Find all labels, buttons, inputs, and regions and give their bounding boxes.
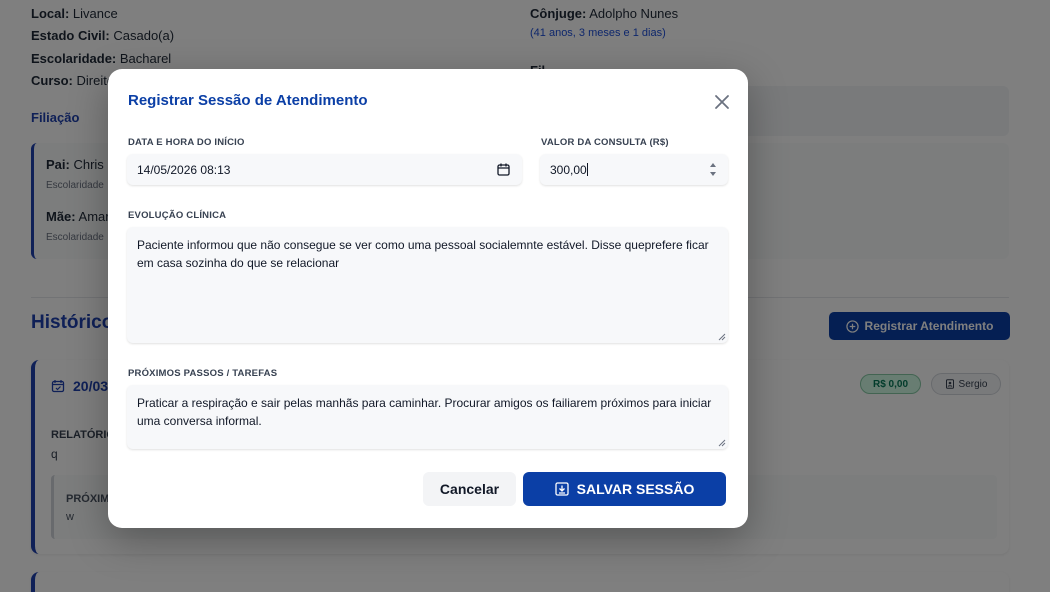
proximos-passos-textarea[interactable]: Praticar a respiração e sair pelas manhã… bbox=[127, 385, 728, 449]
calendar-icon[interactable] bbox=[497, 163, 510, 176]
save-session-label: SALVAR SESSÃO bbox=[576, 481, 695, 497]
close-button[interactable] bbox=[710, 90, 734, 114]
resize-handle-icon[interactable] bbox=[718, 333, 726, 341]
register-session-modal: Registrar Sessão de Atendimento DATA E H… bbox=[108, 69, 748, 528]
evolucao-value: Paciente informou que não consegue se ve… bbox=[137, 238, 709, 270]
resize-handle-icon[interactable] bbox=[718, 439, 726, 447]
download-save-icon bbox=[554, 482, 569, 496]
valor-input[interactable]: 300,00 bbox=[540, 154, 728, 185]
number-spinner-icon[interactable] bbox=[709, 162, 717, 177]
datetime-value: 14/05/2026 08:13 bbox=[137, 162, 231, 177]
datetime-input[interactable]: 14/05/2026 08:13 bbox=[127, 154, 522, 185]
text-cursor bbox=[586, 163, 588, 176]
cancel-button[interactable]: Cancelar bbox=[423, 472, 516, 506]
save-session-button[interactable]: SALVAR SESSÃO bbox=[523, 472, 726, 506]
valor-label: VALOR DA CONSULTA (R$) bbox=[541, 137, 669, 148]
datetime-label: DATA E HORA DO INÍCIO bbox=[128, 137, 245, 148]
proximos-passos-value: Praticar a respiração e sair pelas manhã… bbox=[137, 396, 712, 428]
evolucao-textarea[interactable]: Paciente informou que não consegue se ve… bbox=[127, 227, 728, 343]
evolucao-label: EVOLUÇÃO CLÍNICA bbox=[128, 210, 227, 221]
modal-title: Registrar Sessão de Atendimento bbox=[128, 92, 368, 109]
close-icon bbox=[715, 95, 729, 109]
valor-value: 300,00 bbox=[550, 162, 587, 177]
proximos-passos-label: PRÓXIMOS PASSOS / TAREFAS bbox=[128, 368, 278, 379]
